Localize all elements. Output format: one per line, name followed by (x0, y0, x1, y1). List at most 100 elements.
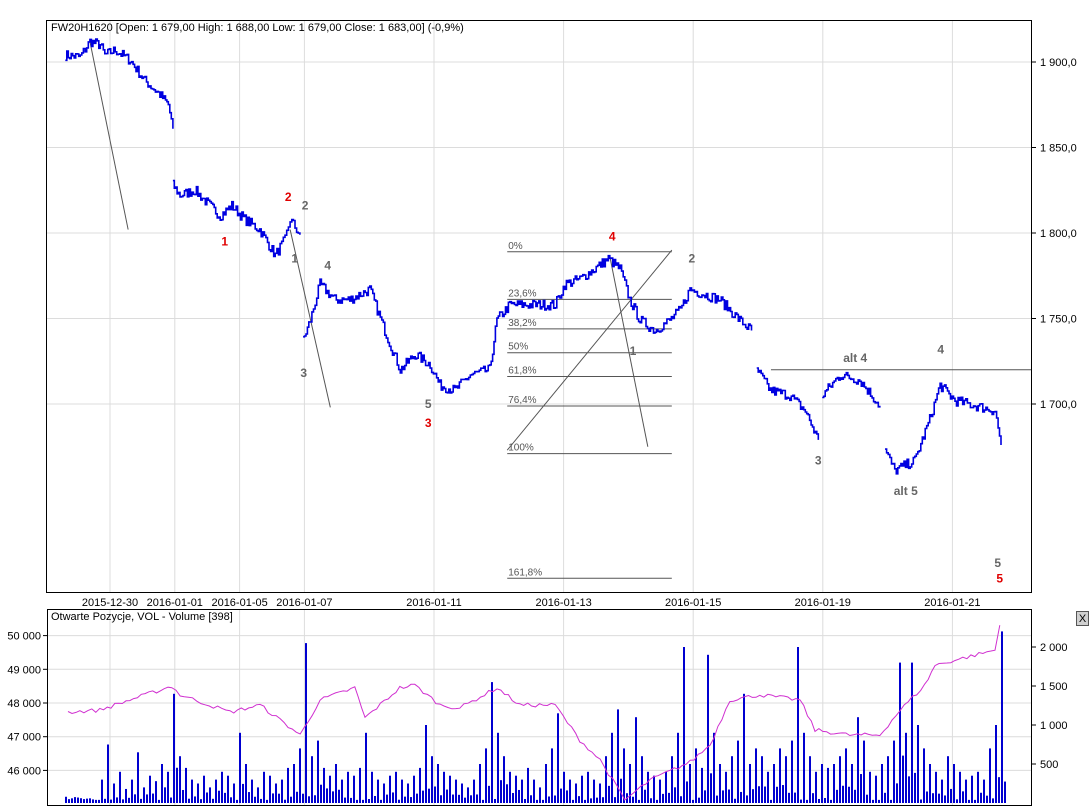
volume-bar (890, 799, 892, 803)
volume-bar (212, 798, 214, 803)
volume-bar (119, 771, 121, 803)
volume-bar (200, 799, 202, 803)
volume-bar (182, 790, 184, 803)
volume-bar (974, 799, 976, 803)
volume-bar (206, 792, 208, 803)
volume-bar (503, 756, 505, 803)
volume-bar (350, 797, 352, 803)
volume-bar (983, 779, 985, 803)
volume-bar (683, 647, 685, 803)
volume-bar (995, 725, 997, 803)
volume-bar (164, 787, 166, 803)
fib-level-label: 38,2% (508, 318, 536, 329)
volume-bar (947, 756, 949, 803)
volume-bar (359, 767, 361, 803)
fibonacci-retracement[interactable]: 0%23,6%38,2%50%61,8%76,4%100%161,8% (507, 241, 672, 579)
wave-label: 2 (302, 199, 309, 213)
date-tick-label: 2015-12-30 (82, 597, 138, 609)
volume-bar (1001, 631, 1003, 803)
price-series (65, 38, 1002, 475)
volume-bar (509, 771, 511, 803)
fib-level-label: 0% (508, 241, 523, 252)
oi-tick-label: 50 000 (7, 631, 41, 643)
close-panel-button[interactable]: X (1076, 611, 1089, 626)
volume-bar (1004, 781, 1006, 803)
volume-bar (272, 793, 274, 803)
volume-bar (443, 771, 445, 803)
date-tick-label: 2016-01-07 (276, 597, 332, 609)
volume-bar (428, 788, 430, 803)
price-axis: 1 900,0 1 850,0 1 800,0 1 750,0 1 700,0 (1031, 57, 1077, 411)
volume-bar (518, 789, 520, 803)
date-tick-label: 2016-01-05 (211, 597, 267, 609)
wave-label: 1 (291, 252, 298, 266)
volume-bar (602, 797, 604, 803)
volume-bar (500, 780, 502, 803)
price-line-segment (885, 382, 1002, 475)
volume-bar (662, 793, 664, 803)
volume-bar (311, 756, 313, 803)
volume-bar (497, 732, 499, 803)
trend-lines[interactable] (89, 41, 1031, 451)
volume-bar (263, 771, 265, 803)
volume-bar (566, 790, 568, 803)
volume-bar (704, 790, 706, 803)
volume-bar (785, 756, 787, 803)
volume-bar (665, 771, 667, 803)
volume-bar (899, 662, 901, 803)
volume-bar (755, 748, 757, 803)
volume-bar (761, 756, 763, 803)
volume-bar (797, 647, 799, 803)
wave-label: 5 (996, 571, 1003, 585)
volume-bar (722, 790, 724, 803)
date-tick-label: 2016-01-11 (406, 597, 461, 609)
volume-bar (554, 795, 556, 803)
volume-bar (248, 792, 250, 803)
volume-bar (809, 756, 811, 803)
volume-bar (269, 775, 271, 803)
price-chart-title: FW20H1620 [Open: 1 679,00 High: 1 688,00… (51, 22, 464, 34)
volume-bar (923, 748, 925, 803)
volume-bar (668, 792, 670, 803)
volume-bar (341, 779, 343, 803)
volume-bar (302, 793, 304, 803)
volume-bar (296, 791, 298, 803)
volume-bar (104, 798, 106, 803)
volume-bar (404, 796, 406, 803)
volume-bar (398, 799, 400, 803)
volume-bar (845, 748, 847, 803)
volume-bar (380, 799, 382, 803)
volume-bar (194, 796, 196, 803)
volume-bar (239, 732, 241, 803)
price-panel-frame (46, 20, 1032, 593)
volume-bar (458, 794, 460, 803)
volume-bar (632, 796, 634, 803)
volume-bar (719, 764, 721, 803)
volume-bar (629, 764, 631, 803)
wave-label: 3 (425, 416, 432, 430)
volume-bar (260, 798, 262, 803)
volume-bar (488, 785, 490, 803)
volume-bar (374, 795, 376, 803)
volume-bar (515, 775, 517, 803)
volume-bar (821, 764, 823, 803)
volume-bar (944, 795, 946, 803)
volume-bar (758, 786, 760, 803)
volume-bar (959, 771, 961, 803)
volume-bar (320, 784, 322, 803)
volume-bar (137, 752, 139, 803)
volume-bar (227, 775, 229, 803)
volume-bar (335, 764, 337, 803)
volume-bar (176, 767, 178, 803)
volume-bar (464, 797, 466, 803)
volume-bar (716, 795, 718, 803)
volume-bar (347, 771, 349, 803)
volume-bar (485, 748, 487, 803)
volume-bar (605, 756, 607, 803)
volume-bar (179, 756, 181, 803)
volume-bar (89, 798, 91, 803)
volume-bar (812, 793, 814, 803)
date-tick-label: 2016-01-15 (665, 597, 721, 609)
volume-bar (113, 783, 115, 803)
volume-bar (527, 767, 529, 803)
